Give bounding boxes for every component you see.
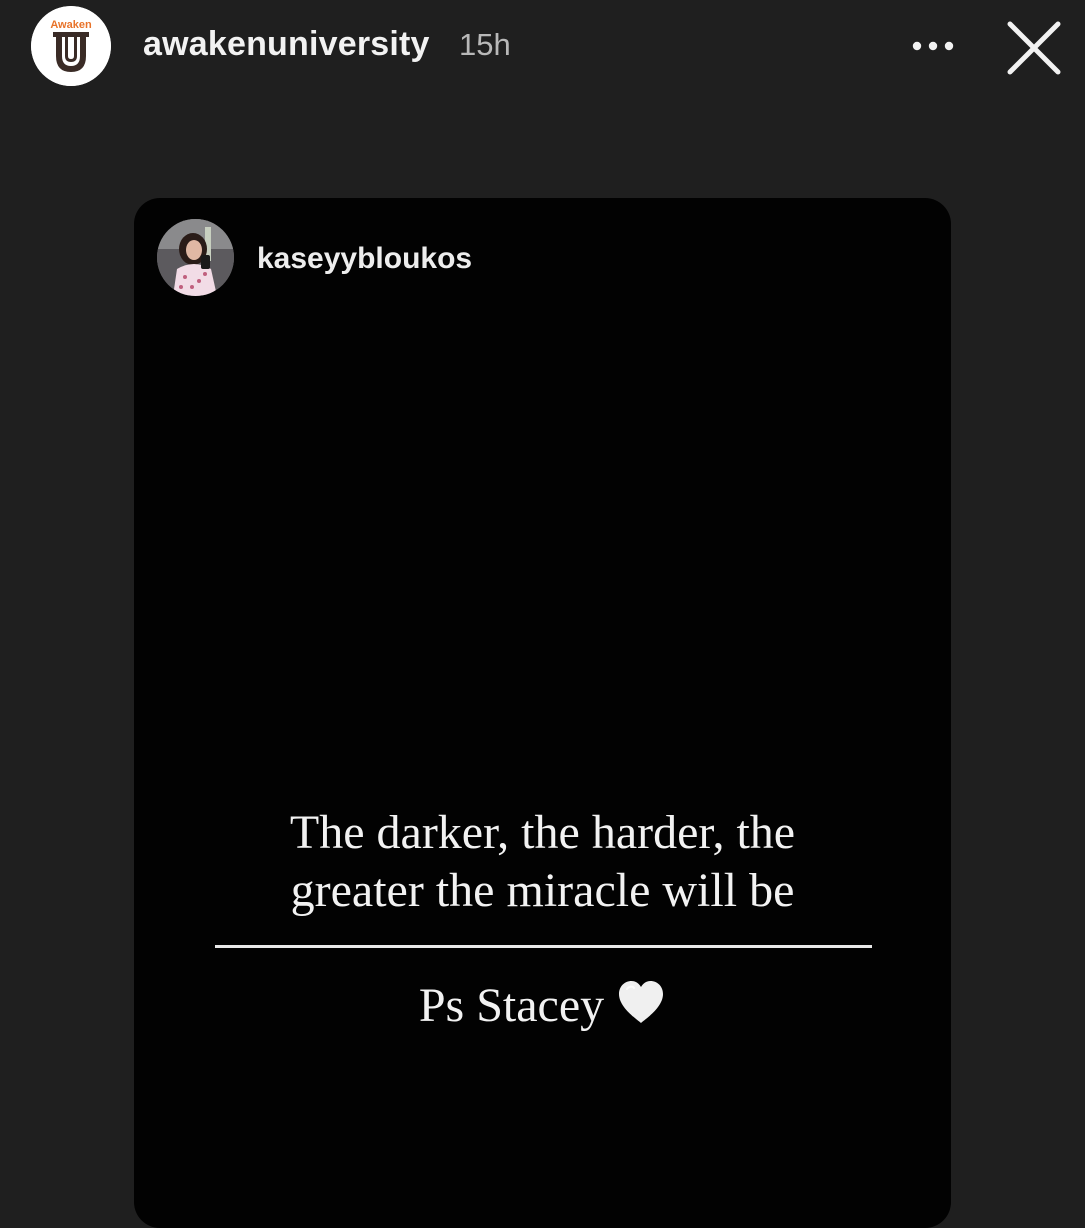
- story-header: Awaken awakenuniversity 15h: [0, 0, 1085, 95]
- ellipsis-icon: [912, 41, 954, 51]
- awaken-university-logo: Awaken: [31, 6, 111, 86]
- close-button[interactable]: [1000, 15, 1068, 81]
- author-name: Ps Stacey: [418, 979, 605, 1032]
- quote-text: The darker, the harder, the greater the …: [134, 804, 951, 920]
- account-avatar[interactable]: Awaken: [31, 6, 111, 86]
- account-username[interactable]: awakenuniversity: [143, 25, 430, 64]
- origin-username[interactable]: kaseyybloukos: [257, 242, 472, 276]
- origin-avatar[interactable]: [157, 219, 234, 296]
- logo-wordmark: Awaken: [50, 19, 92, 31]
- profile-photo: [157, 219, 234, 296]
- shared-story-card[interactable]: kaseyybloukos The darker, the harder, th…: [134, 198, 951, 1228]
- quote-author: Ps Stacey: [134, 977, 951, 1035]
- quote-divider: [215, 945, 872, 948]
- close-icon: [1007, 21, 1061, 75]
- quote-line: The darker, the harder, the: [289, 806, 796, 859]
- post-timestamp: 15h: [459, 27, 511, 62]
- quote-line: greater the miracle will be: [290, 864, 795, 917]
- more-options-button[interactable]: [906, 26, 960, 66]
- white-heart-icon: [619, 981, 664, 1023]
